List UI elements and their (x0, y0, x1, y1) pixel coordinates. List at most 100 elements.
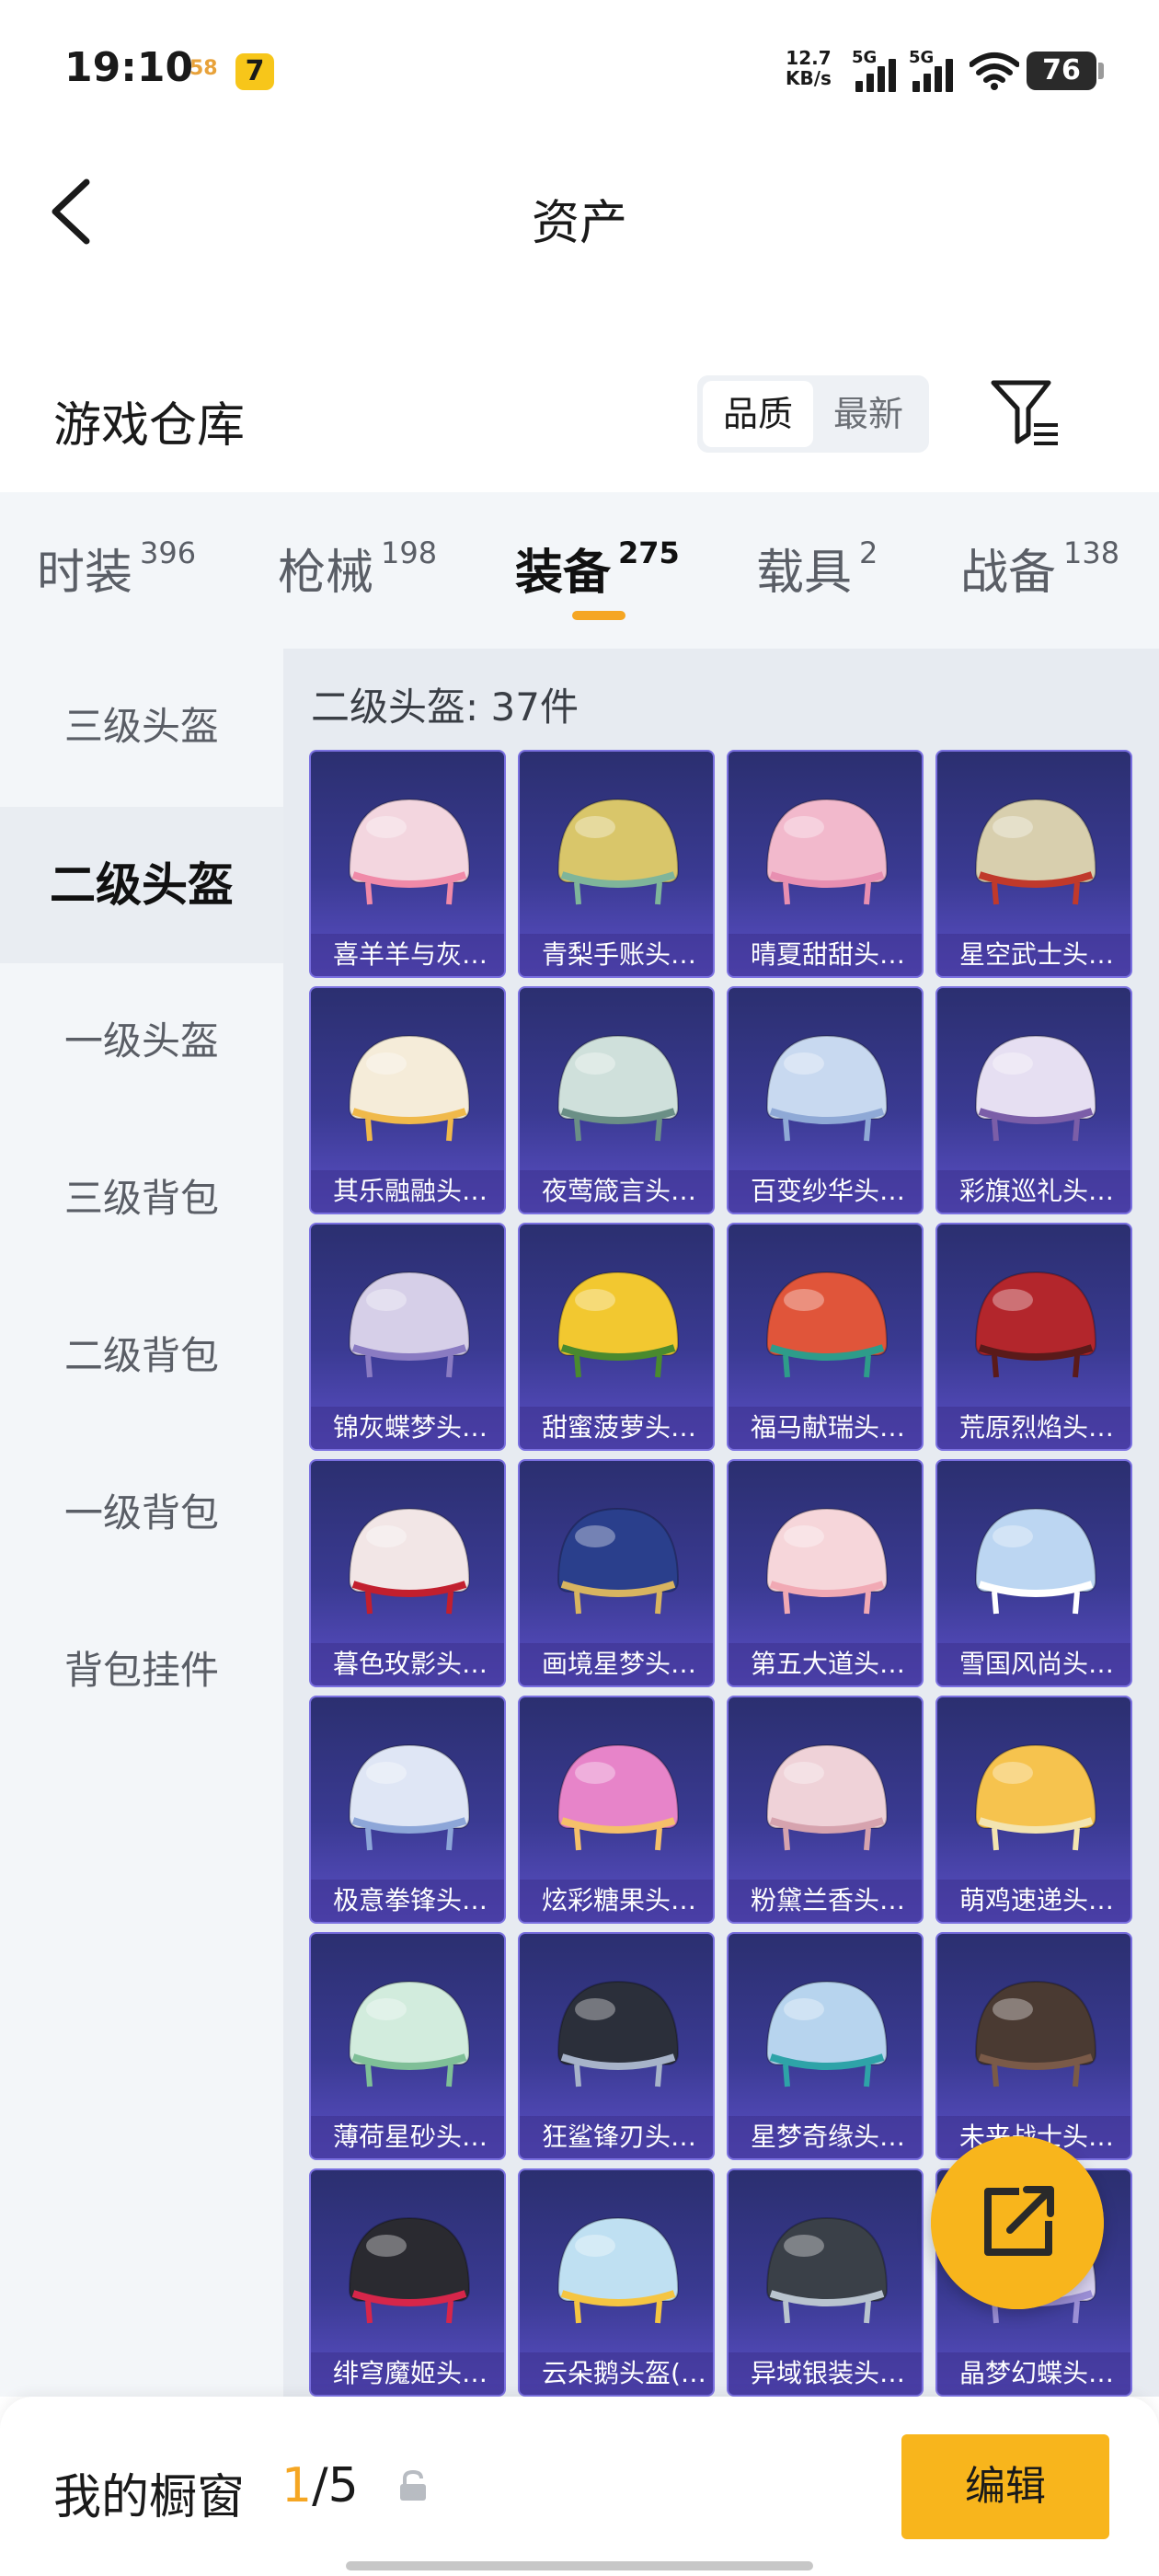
status-time: 19:10 (64, 44, 194, 91)
showcase-count: 1/5 (281, 2458, 359, 2513)
home-indicator (346, 2561, 813, 2570)
item-card[interactable]: 其乐融融头… (309, 986, 506, 1214)
sort-newest-option[interactable]: 最新 (813, 381, 924, 447)
tab-fashion[interactable]: 时装 396 (37, 534, 196, 603)
side-item-level1-backpack[interactable]: 一级背包 (0, 1435, 283, 1592)
helmet-icon (765, 1743, 889, 1851)
app-7-icon: 7 (235, 53, 274, 90)
item-card[interactable]: 未来战士头… (935, 1932, 1132, 2160)
helmet-icon (974, 1980, 1097, 2087)
item-name: 狂鲨锋刃头… (520, 2116, 713, 2158)
item-name: 绯穹魔姬头… (311, 2352, 504, 2395)
item-name: 其乐融融头… (311, 1170, 504, 1213)
side-item-level2-backpack[interactable]: 二级背包 (0, 1278, 283, 1434)
battery-tip (1098, 63, 1104, 79)
helmet-icon (974, 1034, 1097, 1142)
item-name: 极意拳锋头… (311, 1880, 504, 1922)
helmet-icon (765, 1980, 889, 2087)
side-item-level2-helmet[interactable]: 二级头盔 (0, 807, 283, 963)
item-card[interactable]: 绯穹魔姬头… (309, 2168, 506, 2397)
item-card[interactable]: 异域银装头… (727, 2168, 924, 2397)
item-card[interactable]: 晴夏甜甜头… (727, 750, 924, 978)
helmet-icon (974, 1507, 1097, 1615)
item-card[interactable]: 炫彩糖果头… (518, 1696, 715, 1924)
item-card[interactable]: 萌鸡速递头… (935, 1696, 1132, 1924)
sort-quality-option[interactable]: 品质 (703, 381, 813, 447)
helmet-icon (557, 1034, 680, 1142)
side-item-backpack-pendant[interactable]: 背包挂件 (0, 1593, 283, 1749)
item-name: 暮色玫影头… (311, 1643, 504, 1685)
item-card[interactable]: 狂鲨锋刃头… (518, 1932, 715, 2160)
item-card[interactable]: 星梦奇缘头… (727, 1932, 924, 2160)
item-card[interactable]: 云朵鹅头盔(… (518, 2168, 715, 2397)
helmet-icon (557, 1743, 680, 1851)
item-name: 青梨手账头… (520, 934, 713, 976)
signal-1-label: 5G (852, 48, 878, 67)
battery-icon: 76 (1027, 52, 1096, 90)
item-card[interactable]: 暮色玫影头… (309, 1459, 506, 1687)
item-card[interactable]: 画境星梦头… (518, 1459, 715, 1687)
item-card[interactable]: 福马献瑞头… (727, 1223, 924, 1451)
network-speed-unit: KB/s (786, 67, 832, 89)
page-title: 资产 (531, 196, 627, 251)
item-card[interactable]: 星空武士头… (935, 750, 1132, 978)
item-name: 星梦奇缘头… (729, 2116, 922, 2158)
item-card[interactable]: 粉黛兰香头… (727, 1696, 924, 1924)
helmet-icon (974, 798, 1097, 905)
helmet-icon (557, 1980, 680, 2087)
item-card[interactable]: 锦灰蝶梦头… (309, 1223, 506, 1451)
tab-count: 198 (381, 535, 438, 570)
item-name: 福马献瑞头… (729, 1407, 922, 1449)
item-card[interactable]: 喜羊羊与灰… (309, 750, 506, 978)
helmet-icon (765, 1507, 889, 1615)
helmet-icon (765, 798, 889, 905)
side-item-level3-backpack[interactable]: 三级背包 (0, 1121, 283, 1277)
filter-icon[interactable] (988, 377, 1061, 451)
item-card[interactable]: 荒原烈焰头… (935, 1223, 1132, 1451)
wifi-icon (970, 52, 1019, 90)
helmet-icon (557, 1507, 680, 1615)
item-name: 粉黛兰香头… (729, 1880, 922, 1922)
item-card[interactable]: 彩旗巡礼头… (935, 986, 1132, 1214)
item-name: 云朵鹅头盔(… (520, 2352, 713, 2395)
tab-equipment[interactable]: 装备 275 (515, 534, 680, 603)
item-name: 晴夏甜甜头… (729, 934, 922, 976)
signal-2-label: 5G (909, 48, 935, 67)
item-name: 晶梦幻蝶头… (937, 2352, 1130, 2395)
network-speed: 12.7 KB/s (786, 48, 832, 88)
item-name: 夜莺箴言头… (520, 1170, 713, 1213)
tab-vehicles[interactable]: 载具 2 (756, 534, 878, 603)
item-name: 彩旗巡礼头… (937, 1170, 1130, 1213)
tab-combat-gear[interactable]: 战备 138 (960, 534, 1119, 603)
sort-toggle: 品质 最新 (697, 375, 929, 453)
side-item-level1-helmet[interactable]: 一级头盔 (0, 963, 283, 1120)
edit-button[interactable]: 编辑 (901, 2434, 1109, 2539)
item-card[interactable]: 雪国风尚头… (935, 1459, 1132, 1687)
item-name: 荒原烈焰头… (937, 1407, 1130, 1449)
tab-count: 275 (618, 535, 680, 570)
tab-count: 396 (140, 535, 197, 570)
helmet-icon (765, 2216, 889, 2324)
item-card[interactable]: 夜莺箴言头… (518, 986, 715, 1214)
item-name: 雪国风尚头… (937, 1643, 1130, 1685)
side-item-level3-helmet[interactable]: 三级头盔 (0, 649, 283, 805)
share-button[interactable] (931, 2136, 1104, 2309)
item-name: 萌鸡速递头… (937, 1880, 1130, 1922)
tab-label: 载具 (756, 546, 853, 601)
tab-count: 2 (859, 535, 878, 570)
item-card[interactable]: 薄荷星砂头… (309, 1932, 506, 2160)
helmet-icon (557, 798, 680, 905)
item-card[interactable]: 极意拳锋头… (309, 1696, 506, 1924)
showcase-total: /5 (312, 2458, 359, 2513)
item-card[interactable]: 百变纱华头… (727, 986, 924, 1214)
item-name: 异域银装头… (729, 2352, 922, 2395)
item-card[interactable]: 青梨手账头… (518, 750, 715, 978)
network-speed-value: 12.7 (786, 47, 832, 69)
tab-weapons[interactable]: 枪械 198 (278, 534, 437, 603)
item-name: 第五大道头… (729, 1643, 922, 1685)
helmet-icon (765, 1034, 889, 1142)
item-card[interactable]: 第五大道头… (727, 1459, 924, 1687)
item-card[interactable]: 甜蜜菠萝头… (518, 1223, 715, 1451)
helmet-icon (348, 1743, 471, 1851)
signal-2-icon: 5G (909, 48, 957, 92)
